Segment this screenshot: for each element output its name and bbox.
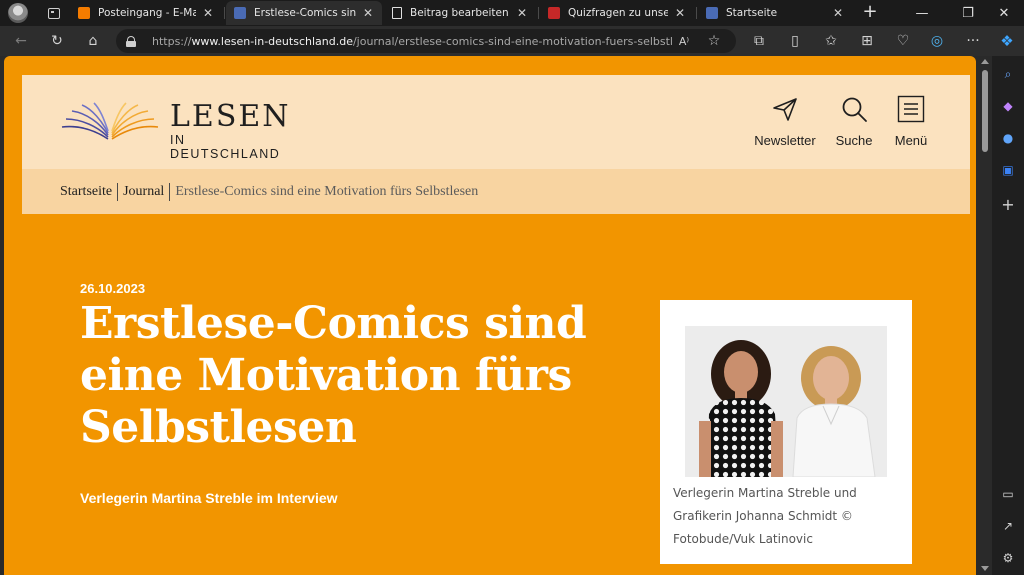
site-logo[interactable]: LESEN IN DEUTSCHLAND: [60, 99, 300, 161]
close-tab-icon[interactable]: ✕: [516, 6, 528, 20]
tab-title: Posteingang - E-Mail - S: [98, 7, 196, 19]
minimize-button[interactable]: —: [900, 0, 944, 26]
headline-line: Erstlese-Comics sind: [80, 298, 587, 349]
tab-title: Beitrag bearbeiten „Lese: [410, 7, 510, 19]
photo-caption: Verlegerin Martina Streble und Grafikeri…: [673, 482, 901, 551]
site-header: LESEN IN DEUTSCHLAND Newsletter Suche Me…: [22, 75, 970, 169]
favorites-icon[interactable]: ✩: [820, 30, 842, 52]
page-scrollbar[interactable]: [978, 56, 992, 575]
tab-erstlese-comics[interactable]: Erstlese-Comics sind ein ✕: [226, 1, 382, 25]
tab-separator: [538, 7, 539, 19]
scrollbar-thumb[interactable]: [982, 70, 988, 152]
breadcrumb-divider: [117, 182, 119, 201]
close-tab-icon[interactable]: ✕: [674, 6, 686, 20]
scroll-up-arrow-icon[interactable]: [981, 59, 989, 64]
newsletter-button[interactable]: Newsletter: [750, 95, 820, 155]
breadcrumb-current-page: Erstlese-Comics sind eine Motivation für…: [175, 183, 479, 199]
page-viewport: LESEN IN DEUTSCHLAND Newsletter Suche Me…: [0, 56, 992, 575]
paper-plane-icon: [773, 98, 797, 121]
tab-startseite[interactable]: Startseite ✕: [698, 1, 852, 25]
two-women-photo-image: [685, 326, 887, 477]
edge-sidebar: ⌕ ◆ ● ▣ + ▭ ↗ ⚙: [992, 56, 1024, 575]
caption-line: Fotobude/Vuk Latinovic: [673, 532, 813, 546]
open-external-icon[interactable]: ↗: [998, 516, 1018, 536]
logo-wordmark: LESEN: [170, 99, 291, 134]
interview-photo[interactable]: [685, 326, 887, 477]
close-tab-icon[interactable]: ✕: [362, 6, 374, 20]
tab-actions-icon[interactable]: [44, 3, 64, 23]
reload-button[interactable]: ↻: [46, 30, 68, 52]
sidebar-panel-icon[interactable]: ▭: [998, 484, 1018, 504]
tab-quizfragen[interactable]: Quizfragen zu unseren H ✕: [540, 1, 694, 25]
close-tab-icon[interactable]: ✕: [832, 6, 844, 20]
headline-line: Selbstlesen: [80, 402, 357, 453]
url-text[interactable]: https://www.lesen-in-deutschland.de/jour…: [152, 35, 672, 48]
settings-gear-icon[interactable]: ⚙: [998, 548, 1018, 568]
profile-avatar[interactable]: [8, 3, 28, 23]
site-favicon-icon: [706, 7, 718, 19]
logo-subtitle: IN DEUTSCHLAND: [170, 133, 281, 161]
more-menu-icon[interactable]: ···: [962, 30, 984, 52]
extensions-icon[interactable]: ⧉: [748, 30, 770, 52]
tab-title: Quizfragen zu unseren H: [568, 7, 668, 19]
shopping-tag-icon[interactable]: ◆: [998, 96, 1018, 116]
tab-title: Startseite: [726, 7, 778, 19]
caption-line: Verlegerin Martina Streble und: [673, 486, 857, 500]
document-favicon-icon: [392, 7, 402, 19]
read-aloud-icon[interactable]: A⁾: [676, 33, 692, 49]
breadcrumb: Startseite Journal Erstlese-Comics sind …: [22, 169, 970, 214]
edge-drop-icon[interactable]: ◎: [926, 30, 948, 52]
article-headline: Erstlese-Comics sind eine Motivation für…: [80, 298, 640, 454]
menu-button[interactable]: Menü: [876, 95, 946, 155]
search-sidebar-icon[interactable]: ⌕: [998, 64, 1018, 84]
scroll-down-arrow-icon[interactable]: [981, 566, 989, 571]
add-sidebar-app-icon[interactable]: +: [998, 194, 1018, 214]
home-button[interactable]: ⌂: [82, 30, 104, 52]
newsletter-label: Newsletter: [754, 133, 816, 148]
site-favicon-icon: [234, 7, 246, 19]
article-subheadline: Verlegerin Martina Streble im Interview: [80, 490, 338, 506]
browser-essentials-icon[interactable]: ♡: [892, 30, 914, 52]
hamburger-menu-icon: [897, 95, 925, 123]
breadcrumb-journal-link[interactable]: Journal: [123, 184, 164, 200]
tab-posteingang[interactable]: Posteingang - E-Mail - S ✕: [70, 1, 222, 25]
address-bar[interactable]: https://www.lesen-in-deutschland.de/jour…: [116, 29, 736, 53]
breadcrumb-divider: [169, 182, 171, 201]
back-button[interactable]: ←: [10, 30, 32, 52]
quiz-favicon-icon: [548, 7, 560, 19]
tab-separator: [224, 7, 225, 19]
headline-line: eine Motivation fürs: [80, 350, 572, 401]
search-icon: [842, 97, 867, 122]
menu-label: Menü: [894, 133, 928, 148]
close-window-button[interactable]: ✕: [984, 0, 1024, 26]
tab-title: Erstlese-Comics sind ein: [254, 7, 356, 19]
copilot-sidebar-icon[interactable]: ●: [998, 128, 1018, 148]
article-date: 26.10.2023: [80, 281, 146, 296]
close-tab-icon[interactable]: ✕: [202, 6, 214, 20]
lock-icon[interactable]: [126, 35, 136, 47]
tab-separator: [696, 7, 697, 19]
favorite-star-icon[interactable]: ☆: [706, 33, 722, 49]
copilot-icon[interactable]: ❖: [996, 30, 1018, 52]
outlook-favicon-icon: [78, 7, 90, 19]
outlook-icon[interactable]: ▣: [998, 160, 1018, 180]
caption-line: Grafikerin Johanna Schmidt ©: [673, 509, 853, 523]
photo-card: Verlegerin Martina Streble und Grafikeri…: [660, 300, 912, 564]
new-tab-button[interactable]: +: [860, 3, 880, 23]
open-book-logo-icon: [61, 102, 159, 140]
tab-beitrag-bearbeiten[interactable]: Beitrag bearbeiten „Lese ✕: [384, 1, 536, 25]
breadcrumb-home-link[interactable]: Startseite: [60, 184, 112, 200]
split-screen-icon[interactable]: ▯: [784, 30, 806, 52]
collections-icon[interactable]: ⊞: [856, 30, 878, 52]
web-page: LESEN IN DEUTSCHLAND Newsletter Suche Me…: [4, 56, 976, 575]
browser-toolbar: ← ↻ ⌂ https://www.lesen-in-deutschland.d…: [0, 26, 1024, 56]
